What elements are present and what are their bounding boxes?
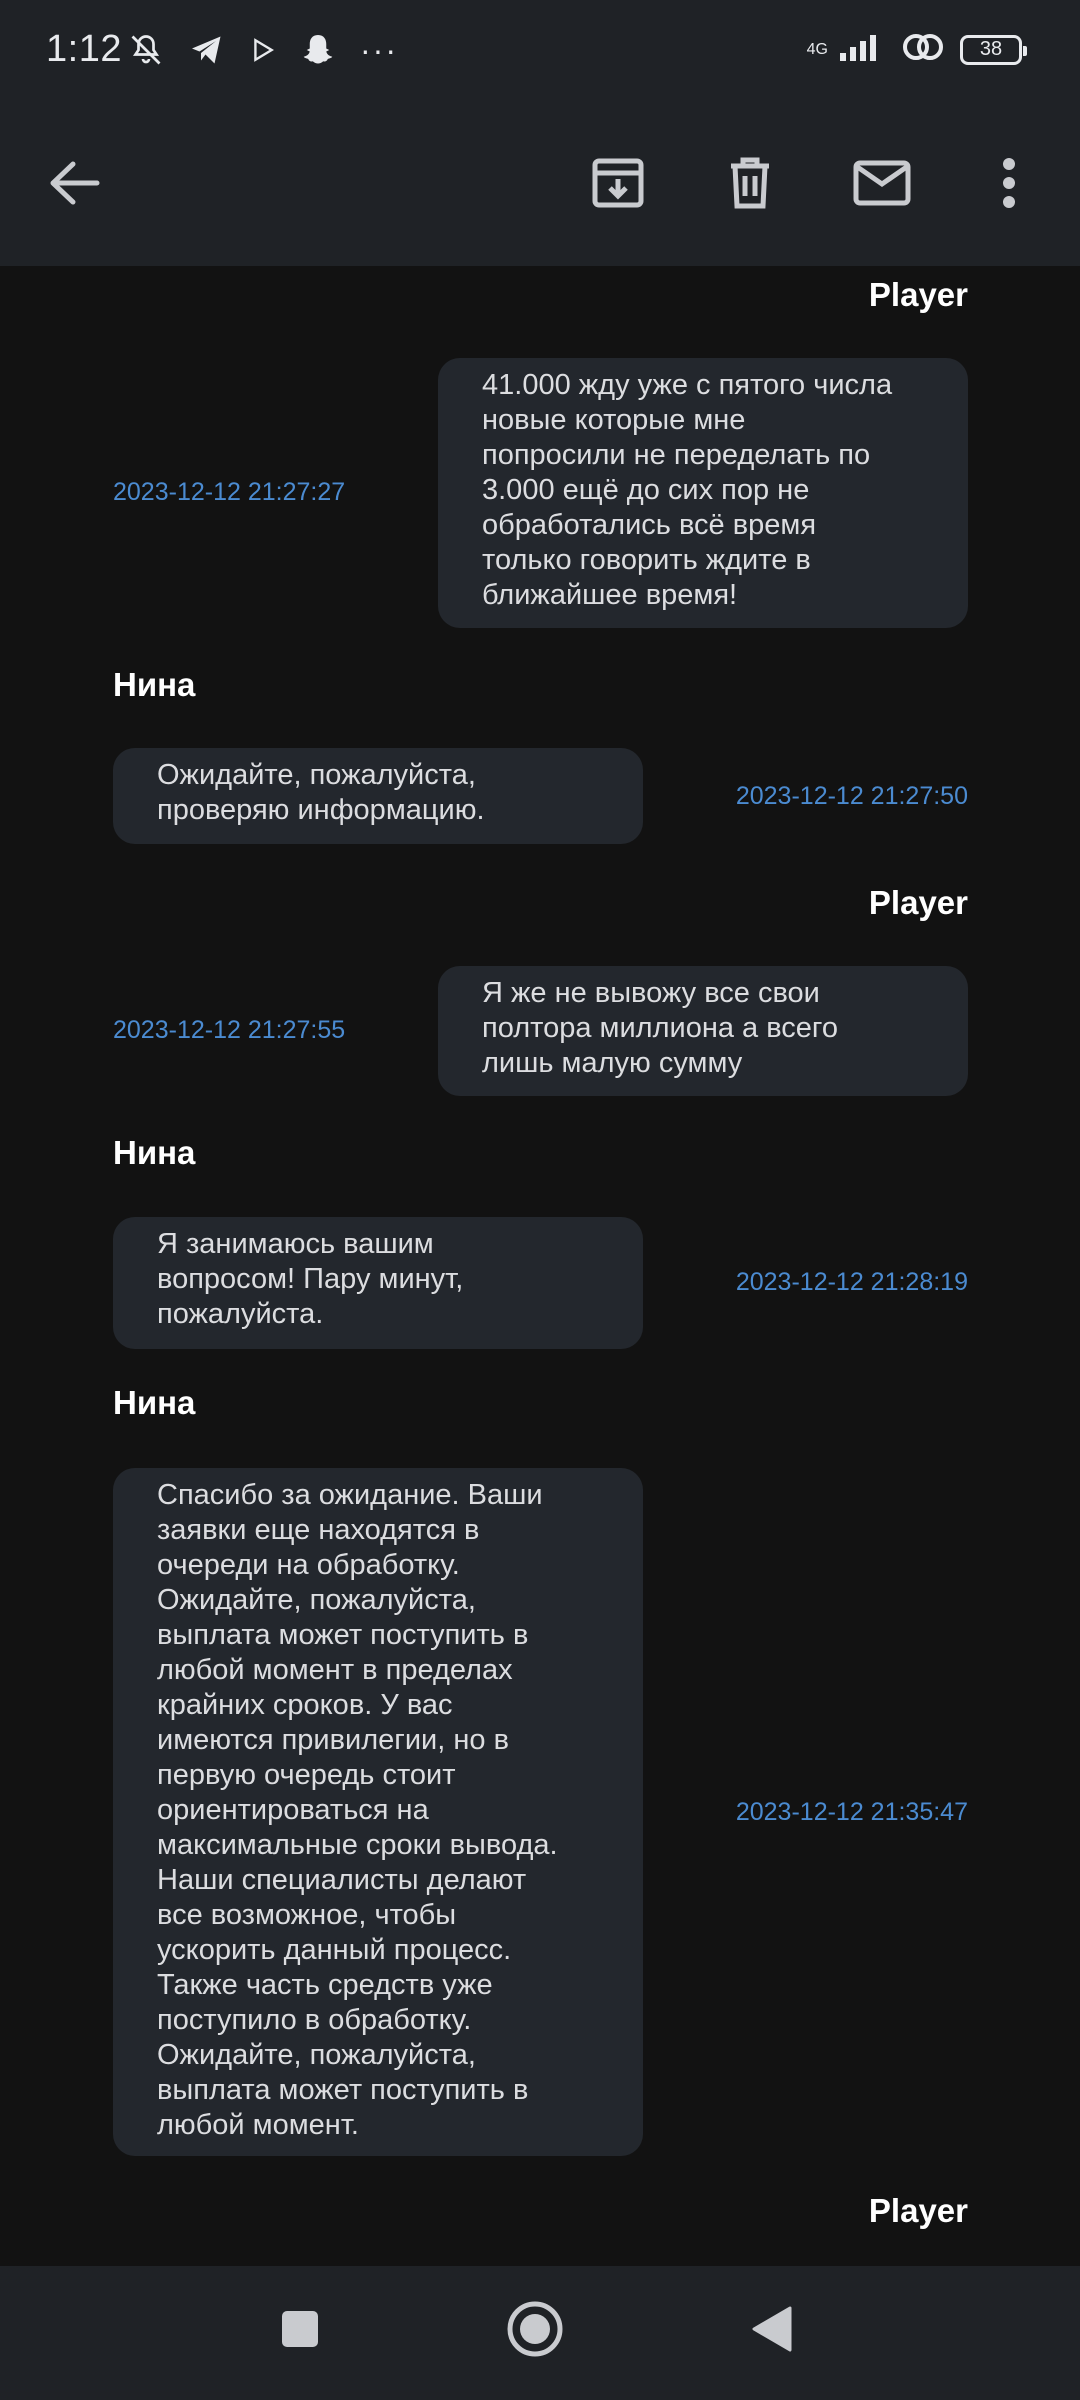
message-timestamp: 2023-12-12 21:28:19 — [735, 1268, 968, 1296]
status-time: 1:12 — [46, 28, 122, 70]
message-timestamp: 2023-12-12 21:35:47 — [735, 1798, 968, 1826]
link-icon — [900, 30, 946, 69]
sender-name: Нина — [113, 1384, 196, 1421]
snapchat-icon — [300, 32, 336, 68]
archive-button[interactable] — [575, 140, 661, 226]
system-status-icons: 4G 38 — [806, 30, 1027, 69]
delete-button[interactable] — [707, 140, 793, 226]
sender-name: Player — [868, 884, 968, 921]
home-icon — [506, 2300, 564, 2363]
network-type: 4G — [806, 40, 828, 58]
archive-icon — [591, 157, 645, 209]
sender-name: Player — [868, 276, 968, 313]
back-arrow-icon — [49, 160, 101, 206]
sender-name: Player — [868, 2192, 968, 2229]
mail-icon — [853, 160, 911, 206]
battery-icon: 38 — [960, 34, 1027, 65]
mail-button[interactable] — [839, 140, 925, 226]
message-bubble: Ожидайте, пожалуйста, проверяю информаци… — [113, 748, 643, 844]
message-bubble: 41.000 жду уже с пятого числа новые кото… — [438, 358, 968, 628]
toolbar — [0, 100, 1080, 266]
back-icon — [750, 2304, 794, 2359]
message-timestamp: 2023-12-12 21:27:50 — [735, 782, 968, 810]
back-nav-button[interactable] — [737, 2296, 807, 2366]
message-bubble: Я же не вывожу все свои полтора миллиона… — [438, 966, 968, 1096]
battery-level: 38 — [979, 38, 1003, 60]
delete-icon — [727, 156, 773, 210]
bell-off-icon — [128, 30, 164, 70]
status-bar: 1:12 ··· 4G 38 — [0, 0, 1080, 100]
sender-name: Нина — [113, 666, 196, 703]
message-timestamp: 2023-12-12 21:27:27 — [113, 478, 346, 506]
navigation-bar — [0, 2266, 1080, 2400]
more-vert-icon — [1002, 157, 1016, 209]
signal-icon — [838, 31, 886, 68]
chat-transcript[interactable]: Player 41.000 жду уже с пятого числа нов… — [0, 266, 1080, 2266]
message-bubble: Я занимаюсь вашим вопросом! Пару минут, … — [113, 1217, 643, 1349]
back-button[interactable] — [32, 140, 118, 226]
message-timestamp: 2023-12-12 21:27:55 — [113, 1016, 346, 1044]
message-bubble: Спасибо за ожидание. Ваши заявки еще нах… — [113, 1468, 643, 2156]
sender-name: Нина — [113, 1134, 196, 1171]
recents-icon — [280, 2309, 320, 2354]
play-store-icon — [250, 35, 276, 65]
more-options-button[interactable] — [966, 140, 1052, 226]
telegram-icon — [188, 32, 226, 68]
notification-icons: ··· — [128, 30, 398, 70]
home-button[interactable] — [500, 2296, 570, 2366]
recents-button[interactable] — [265, 2296, 335, 2366]
more-notifications: ··· — [360, 31, 398, 68]
